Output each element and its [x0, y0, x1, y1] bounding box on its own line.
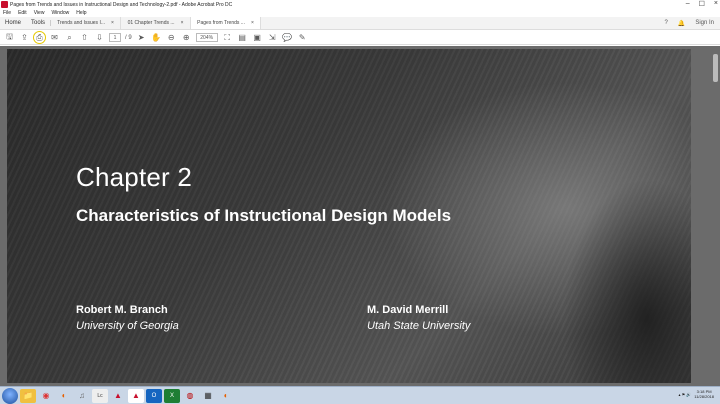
print-icon[interactable]: ⎙ [33, 31, 46, 44]
doc-tab-label: Pages from Trends ... [197, 20, 245, 26]
close-tab-icon[interactable]: × [111, 20, 114, 26]
window-title: Pages from Trends and Issues in Instruct… [10, 1, 233, 8]
doc-tab-label: Trends and Issues I... [57, 20, 106, 26]
camtasia-icon[interactable]: ◍ [182, 389, 198, 403]
bell-icon[interactable]: 🔔 [678, 20, 685, 27]
system-tray: ▴ ⚑ 🔊 3:18 PM 11/28/2018 [678, 389, 714, 399]
read-mode-icon[interactable]: ▣ [252, 32, 263, 43]
acrobat-icon[interactable]: ▲ [110, 389, 126, 403]
menu-window[interactable]: Window [51, 10, 69, 16]
chrome-icon[interactable]: ◉ [38, 389, 54, 403]
doc-tab-3-active[interactable]: Pages from Trends ... × [191, 17, 262, 29]
start-button-icon[interactable] [2, 387, 18, 404]
excel-icon[interactable]: X [164, 388, 180, 403]
file-explorer-icon[interactable]: 📁 [20, 388, 36, 403]
firefox-icon[interactable]: ◐ [56, 389, 72, 403]
lc-app-icon[interactable]: Lc [92, 388, 108, 403]
menu-file[interactable]: File [3, 10, 11, 16]
pdf-page[interactable]: Chapter 2 Characteristics of Instruction… [7, 49, 691, 383]
itunes-icon[interactable]: ♫ [74, 389, 90, 403]
hand-icon[interactable]: ✋ [151, 32, 162, 43]
doc-tab-1[interactable]: Trends and Issues I... × [51, 17, 122, 29]
menu-bar: File Edit View Window Help [0, 9, 720, 17]
menu-edit[interactable]: Edit [18, 10, 27, 16]
tab-bar: Home Tools Trends and Issues I... × 01 C… [0, 17, 720, 30]
full-screen-icon[interactable]: ⇲ [267, 32, 278, 43]
acrobat-app-icon [1, 1, 8, 8]
select-cursor-icon[interactable]: ➤ [136, 32, 147, 43]
maximize-icon[interactable]: ☐ [699, 0, 705, 8]
zoom-out-icon[interactable]: ⊖ [166, 32, 177, 43]
fit-page-icon[interactable]: ⛶ [222, 32, 233, 43]
minimize-icon[interactable]: – [686, 0, 690, 8]
close-tab-icon[interactable]: × [251, 20, 254, 26]
pen-icon[interactable]: ✎ [297, 32, 308, 43]
scroll-mode-icon[interactable]: ▤ [237, 32, 248, 43]
tab-tools[interactable]: Tools [26, 17, 50, 29]
calculator-icon[interactable]: ▦ [200, 389, 216, 403]
page-number-input[interactable]: 1 [109, 33, 121, 42]
sign-in-link[interactable]: Sign In [695, 20, 714, 26]
chapter-number: Chapter 2 [76, 162, 192, 192]
account-area: ? 🔔 Sign In [664, 17, 714, 29]
tab-home[interactable]: Home [0, 17, 26, 29]
clock-date: 11/28/2018 [694, 394, 714, 399]
next-page-icon[interactable]: ⇩ [94, 32, 105, 43]
menu-view[interactable]: View [34, 10, 45, 16]
menu-help[interactable]: Help [76, 10, 86, 16]
tray-icons[interactable]: ▴ ⚑ 🔊 [678, 392, 691, 397]
save-icon[interactable]: 🖫 [4, 32, 15, 43]
search-icon[interactable]: ⌕ [64, 32, 75, 43]
close-tab-icon[interactable]: × [181, 20, 184, 26]
zoom-in-icon[interactable]: ⊕ [181, 32, 192, 43]
author-name: Robert M. Branch [76, 304, 168, 316]
author-affiliation: University of Georgia [76, 320, 179, 332]
zoom-level-select[interactable]: 204% [195, 33, 218, 42]
window-controls: – ☐ × [686, 0, 718, 8]
comment-icon[interactable]: 💬 [282, 32, 293, 43]
title-bar: Pages from Trends and Issues in Instruct… [0, 0, 720, 9]
help-icon[interactable]: ? [664, 20, 667, 26]
firefox-2-icon[interactable]: ◐ [218, 389, 234, 403]
doc-tab-2[interactable]: 01 Chapter Trends ... × [121, 17, 192, 29]
scrollbar-thumb[interactable] [713, 54, 718, 82]
vertical-scrollbar[interactable] [691, 46, 720, 386]
windows-taskbar: 📁 ◉ ◐ ♫ Lc ▲ ▲ O X ◍ ▦ ◐ ▴ ⚑ 🔊 3:18 PM 1… [0, 386, 720, 404]
email-icon[interactable]: ✉ [49, 32, 60, 43]
document-area[interactable]: Chapter 2 Characteristics of Instruction… [0, 46, 720, 386]
acrobat-active-icon[interactable]: ▲ [128, 388, 144, 403]
prev-page-icon[interactable]: ⇧ [79, 32, 90, 43]
doc-tab-label: 01 Chapter Trends ... [127, 20, 175, 26]
acrobat-window: Pages from Trends and Issues in Instruct… [0, 0, 720, 404]
chapter-title: Characteristics of Instructional Design … [76, 206, 452, 225]
author-name: M. David Merrill [367, 304, 449, 316]
outlook-icon[interactable]: O [146, 388, 162, 403]
page-total: / 9 [125, 34, 132, 41]
clock[interactable]: 3:18 PM 11/28/2018 [694, 389, 714, 399]
close-icon[interactable]: × [714, 0, 718, 8]
upload-icon[interactable]: ⇪ [19, 32, 30, 43]
author-affiliation: Utah State University [367, 320, 471, 332]
toolbar: 🖫 ⇪ ⎙ ✉ ⌕ ⇧ ⇩ 1 / 9 ➤ ✋ ⊖ ⊕ 204% ⛶ ▤ ▣ ⇲… [0, 31, 720, 45]
